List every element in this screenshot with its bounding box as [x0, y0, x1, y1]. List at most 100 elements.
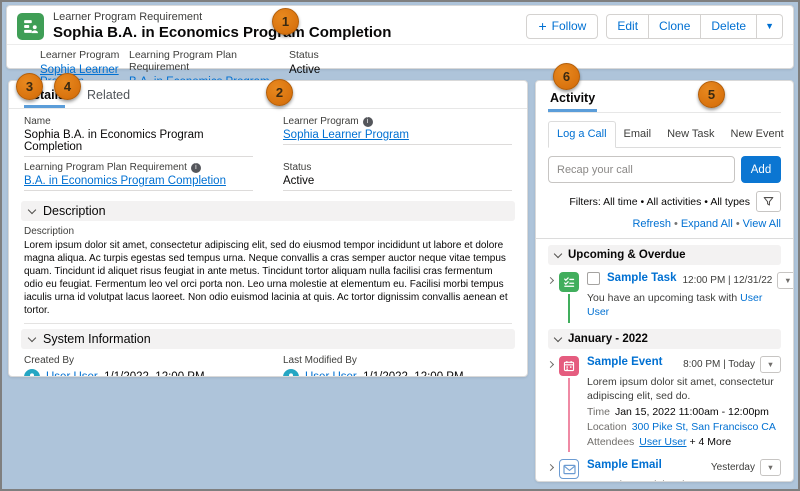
- timeline-item-task: Sample Task 12:00 PM | 12/31/22 ▼ You ha…: [546, 265, 793, 323]
- field-status: Status Active: [283, 162, 512, 191]
- timeline-connector: [568, 481, 570, 482]
- chevron-right-icon[interactable]: [546, 463, 555, 472]
- chevron-down-icon: [553, 333, 563, 342]
- recap-call-input[interactable]: [548, 156, 735, 183]
- field-name: Name Sophia B.A. in Economics Program Co…: [24, 116, 253, 157]
- timeline-connector: [568, 294, 570, 323]
- event-location-link[interactable]: 300 Pike St, San Francisco CA: [632, 421, 776, 433]
- chevron-down-icon: [27, 205, 37, 214]
- chevron-down-icon: [27, 333, 37, 342]
- event-title-link[interactable]: Sample Event: [587, 356, 662, 368]
- plus-icon: +: [538, 18, 547, 34]
- activity-filters-row: Filters: All time • All activities • All…: [548, 191, 781, 212]
- event-time: 8:00 PM | Today: [683, 359, 755, 370]
- task-icon: [559, 272, 579, 292]
- chevron-right-icon[interactable]: [546, 360, 555, 369]
- callout-6: 6: [553, 63, 580, 90]
- clone-button[interactable]: Clone: [649, 13, 702, 39]
- chevron-right-icon[interactable]: [546, 276, 555, 285]
- description-field: Description Lorem ipsum dolor sit amet, …: [9, 224, 527, 324]
- timeline-connector: [568, 378, 570, 452]
- task-summary: You have an upcoming task with User User: [587, 292, 763, 318]
- activity-links-row: Refresh • Expand All • View All: [632, 218, 781, 230]
- last-modified-user-link[interactable]: User User: [305, 371, 357, 376]
- system-info-grid: Created By User User, 1/1/2022, 12:00 PM…: [9, 352, 527, 376]
- filters-text: Filters: All time • All activities • All…: [569, 195, 750, 208]
- task-title-link[interactable]: Sample Task: [607, 272, 676, 284]
- detail-field-grid: Name Sophia B.A. in Economics Program Co…: [9, 109, 527, 196]
- avatar: [24, 369, 40, 376]
- record-action-button-group: Edit Clone Delete ▼: [606, 13, 783, 39]
- edit-button[interactable]: Edit: [606, 13, 650, 39]
- section-january-2022[interactable]: January - 2022: [548, 329, 781, 349]
- learner-program-detail-link[interactable]: Sophia Learner Program: [283, 129, 409, 141]
- email-summary: Lorem ipsum dolor sit amet, consectetur …: [587, 479, 781, 481]
- email-actions-dropdown[interactable]: ▼: [760, 459, 781, 476]
- expand-all-link[interactable]: Expand All: [681, 218, 733, 230]
- avatar: [283, 369, 299, 376]
- task-actions-dropdown[interactable]: ▼: [777, 272, 793, 289]
- follow-button[interactable]: + Follow: [526, 13, 599, 39]
- tab-new-event[interactable]: New Event: [723, 122, 792, 147]
- email-icon: [559, 459, 579, 479]
- timeline-item-email: Sample Email Yesterday ▼ Lorem ipsum dol…: [546, 452, 781, 482]
- event-attendee-link[interactable]: User User: [639, 436, 686, 448]
- chevron-down-icon: [553, 249, 563, 258]
- field-learner-program: Learner Program i Sophia Learner Program: [283, 116, 512, 157]
- event-attendees-more[interactable]: + 4 More: [687, 436, 731, 448]
- info-icon[interactable]: i: [362, 116, 373, 127]
- activity-panel: Activity Log a Call Email New Task New E…: [535, 80, 794, 482]
- task-checkbox[interactable]: [587, 272, 600, 285]
- event-summary: Lorem ipsum dolor sit amet, consectetur …: [587, 376, 774, 402]
- tab-related[interactable]: Related: [87, 88, 130, 108]
- field-plan-requirement: Learning Program Plan Requirement i B.A. …: [24, 162, 253, 191]
- filter-button[interactable]: [756, 191, 781, 212]
- chevron-down-icon: ▼: [765, 21, 774, 31]
- callout-2: 2: [266, 79, 293, 106]
- tab-email[interactable]: Email: [616, 122, 660, 147]
- status-value: Active: [289, 64, 321, 76]
- task-time: 12:00 PM | 12/31/22: [682, 275, 773, 286]
- record-header-card: Learner Program Requirement Sophia B.A. …: [6, 5, 794, 100]
- email-time: Yesterday: [710, 462, 755, 473]
- section-system-information[interactable]: System Information: [21, 329, 515, 349]
- learner-program-requirement-icon: [17, 12, 44, 40]
- header-actions: + Follow Edit Clone Delete ▼: [526, 13, 783, 39]
- activity-tab-row: Activity: [548, 89, 781, 113]
- page-title: Sophia B.A. in Economics Program Complet…: [53, 24, 392, 41]
- field-last-modified-by: Last Modified By User User, 1/1/2022, 12…: [283, 355, 512, 376]
- view-all-link[interactable]: View All: [743, 218, 781, 230]
- tab-new-task[interactable]: New Task: [659, 122, 722, 147]
- field-created-by: Created By User User, 1/1/2022, 12:00 PM: [24, 355, 253, 376]
- entity-type-label: Learner Program Requirement: [53, 11, 203, 23]
- event-attendees-row: Attendees User User + 4 More: [587, 436, 732, 448]
- callout-5: 5: [698, 81, 725, 108]
- more-actions-button[interactable]: ▼: [757, 13, 783, 39]
- section-upcoming-overdue[interactable]: Upcoming & Overdue: [548, 245, 781, 265]
- event-actions-dropdown[interactable]: ▼: [760, 356, 781, 373]
- event-location-row: Location 300 Pike St, San Francisco CA: [587, 421, 776, 433]
- timeline-item-event: Sample Event 8:00 PM | Today ▼ Lorem ips…: [546, 349, 781, 452]
- add-button[interactable]: Add: [741, 156, 781, 183]
- tab-log-a-call[interactable]: Log a Call: [548, 121, 616, 148]
- event-icon: [559, 356, 579, 376]
- record-header-top: Learner Program Requirement Sophia B.A. …: [7, 6, 793, 44]
- details-panel: Details Related Name Sophia B.A. in Econ…: [8, 80, 528, 377]
- divider: [536, 238, 793, 239]
- event-time-row: Time Jan 15, 2022 11:00am - 12:00pm: [587, 406, 769, 418]
- callout-3: 3: [16, 73, 43, 100]
- funnel-icon: [763, 197, 774, 206]
- description-text: Lorem ipsum dolor sit amet, consectetur …: [24, 237, 512, 324]
- tab-activity[interactable]: Activity: [548, 91, 598, 112]
- plan-requirement-detail-link[interactable]: B.A. in Economics Program Completion: [24, 175, 226, 187]
- call-composer: Add: [548, 156, 781, 183]
- composer-tabs: Log a Call Email New Task New Event: [548, 121, 784, 148]
- callout-1: 1: [272, 8, 299, 35]
- created-by-user-link[interactable]: User User: [46, 371, 98, 376]
- section-description[interactable]: Description: [21, 201, 515, 221]
- info-icon[interactable]: i: [190, 162, 201, 173]
- callout-4: 4: [54, 73, 81, 100]
- email-title-link[interactable]: Sample Email: [587, 459, 662, 471]
- delete-button[interactable]: Delete: [701, 13, 758, 39]
- refresh-link[interactable]: Refresh: [632, 218, 671, 230]
